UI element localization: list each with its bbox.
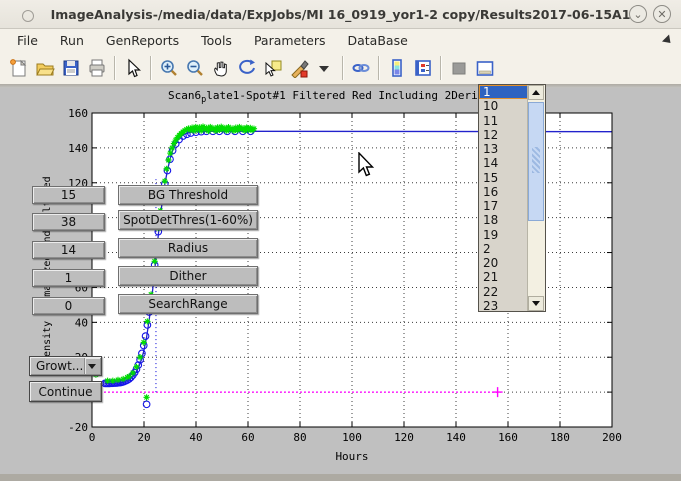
minimize-button[interactable]: ⌄	[629, 5, 647, 23]
param-field-bg-threshold[interactable]: 15	[32, 186, 105, 204]
open-file-icon[interactable]	[32, 55, 58, 81]
spot-number-dropdown-list[interactable]: 110111213141516171819220212223	[478, 84, 546, 312]
param-field-searchrange[interactable]: 0	[32, 297, 105, 315]
new-figure-icon[interactable]	[6, 55, 32, 81]
insert-legend-icon[interactable]	[410, 55, 436, 81]
dropdown-item-12[interactable]: 12	[479, 128, 529, 142]
dropdown-item-17[interactable]: 17	[479, 199, 529, 213]
param-button-dither[interactable]: Dither	[118, 266, 258, 286]
dropdown-item-2[interactable]: 2	[479, 242, 529, 256]
link-plot-icon[interactable]	[348, 55, 374, 81]
growth-popup-menu[interactable]: Growt...	[29, 356, 102, 376]
menu-item-parameters[interactable]: Parameters	[243, 31, 337, 50]
zoom-in-icon[interactable]	[156, 55, 182, 81]
growth-popup-label: Growt...	[36, 359, 83, 373]
dropdown-scrollbar[interactable]	[527, 85, 545, 311]
window-title: ImageAnalysis-/media/data/ExpJobs/MI 16_…	[0, 7, 681, 22]
dropdown-item-10[interactable]: 10	[479, 99, 529, 113]
menu-bar: FileRunGenReportsToolsParametersDataBase	[0, 29, 681, 51]
dropdown-item-23[interactable]: 23	[479, 299, 529, 312]
brush-dropdown-icon[interactable]	[312, 55, 338, 81]
dropdown-item-22[interactable]: 22	[479, 285, 529, 299]
dropdown-item-15[interactable]: 15	[479, 171, 529, 185]
param-button-spotdetthres-1-60-[interactable]: SpotDetThres(1-60%)	[118, 210, 258, 230]
svg-text:100: 100	[342, 431, 362, 444]
dropdown-item-13[interactable]: 13	[479, 142, 529, 156]
svg-text:160: 160	[498, 431, 518, 444]
edit-plot-icon[interactable]	[120, 55, 146, 81]
insert-colorbar-icon[interactable]	[384, 55, 410, 81]
param-field-radius[interactable]: 14	[32, 241, 105, 259]
menu-item-tools[interactable]: Tools	[190, 31, 243, 50]
brush-data-icon[interactable]	[286, 55, 312, 81]
menu-item-file[interactable]: File	[6, 31, 49, 50]
menu-item-genreports[interactable]: GenReports	[95, 31, 190, 50]
data-cursor-icon[interactable]	[260, 55, 286, 81]
scrollbar-thumb[interactable]	[528, 102, 544, 221]
chevron-down-icon[interactable]	[84, 358, 100, 374]
svg-text:140: 140	[68, 142, 88, 155]
svg-text:Hours: Hours	[335, 450, 368, 463]
param-button-bg-threshold[interactable]: BG Threshold	[118, 185, 258, 205]
svg-text:180: 180	[550, 431, 570, 444]
svg-text:Scan6plate1-Spot#1 Filtered Re: Scan6plate1-Spot#1 Filtered Red Includin…	[168, 89, 511, 105]
toolbar-separator	[440, 56, 442, 80]
param-field-spotdetthres-1-60-[interactable]: 38	[32, 213, 105, 231]
print-figure-icon[interactable]	[84, 55, 110, 81]
rotate-3d-icon[interactable]	[234, 55, 260, 81]
svg-text:40: 40	[75, 316, 88, 329]
dropdown-item-20[interactable]: 20	[479, 256, 529, 270]
svg-text:60: 60	[241, 431, 254, 444]
zoom-out-icon[interactable]	[182, 55, 208, 81]
save-figure-icon[interactable]	[58, 55, 84, 81]
toolbar-separator	[342, 56, 344, 80]
close-button[interactable]: ✕	[653, 5, 671, 23]
menu-item-database[interactable]: DataBase	[336, 31, 418, 50]
svg-text:40: 40	[189, 431, 202, 444]
toolbar	[0, 51, 681, 84]
title-bar[interactable]: ImageAnalysis-/media/data/ExpJobs/MI 16_…	[0, 0, 681, 29]
dropdown-item-1[interactable]: 1	[479, 85, 529, 99]
svg-text:0: 0	[89, 431, 96, 444]
scroll-up-icon[interactable]	[528, 85, 544, 100]
plot-tools-dock-icon[interactable]	[472, 55, 498, 81]
continue-button[interactable]: Continue	[29, 381, 102, 402]
dropdown-item-16[interactable]: 16	[479, 185, 529, 199]
param-field-dither[interactable]: 1	[32, 269, 105, 287]
dropdown-item-18[interactable]: 18	[479, 213, 529, 227]
svg-text:200: 200	[602, 431, 622, 444]
window-menu-icon[interactable]	[22, 10, 34, 22]
menu-item-run[interactable]: Run	[49, 31, 95, 50]
param-button-searchrange[interactable]: SearchRange	[118, 294, 258, 314]
toolbar-separator	[150, 56, 152, 80]
svg-text:120: 120	[394, 431, 414, 444]
svg-text:160: 160	[68, 107, 88, 120]
plot-tools-off-icon	[446, 55, 472, 81]
toolbar-separator	[378, 56, 380, 80]
toolbar-separator	[114, 56, 116, 80]
pan-icon[interactable]	[208, 55, 234, 81]
param-button-radius[interactable]: Radius	[118, 238, 258, 258]
svg-text:20: 20	[137, 431, 150, 444]
dropdown-item-14[interactable]: 14	[479, 156, 529, 170]
menu-overflow-arrow-icon[interactable]	[662, 34, 674, 46]
dropdown-item-21[interactable]: 21	[479, 270, 529, 284]
dropdown-item-19[interactable]: 19	[479, 228, 529, 242]
scroll-down-icon[interactable]	[528, 296, 544, 311]
dropdown-item-11[interactable]: 11	[479, 114, 529, 128]
mouse-cursor-icon	[357, 152, 377, 178]
svg-text:-20: -20	[68, 421, 88, 434]
svg-text:80: 80	[293, 431, 306, 444]
svg-text:140: 140	[446, 431, 466, 444]
